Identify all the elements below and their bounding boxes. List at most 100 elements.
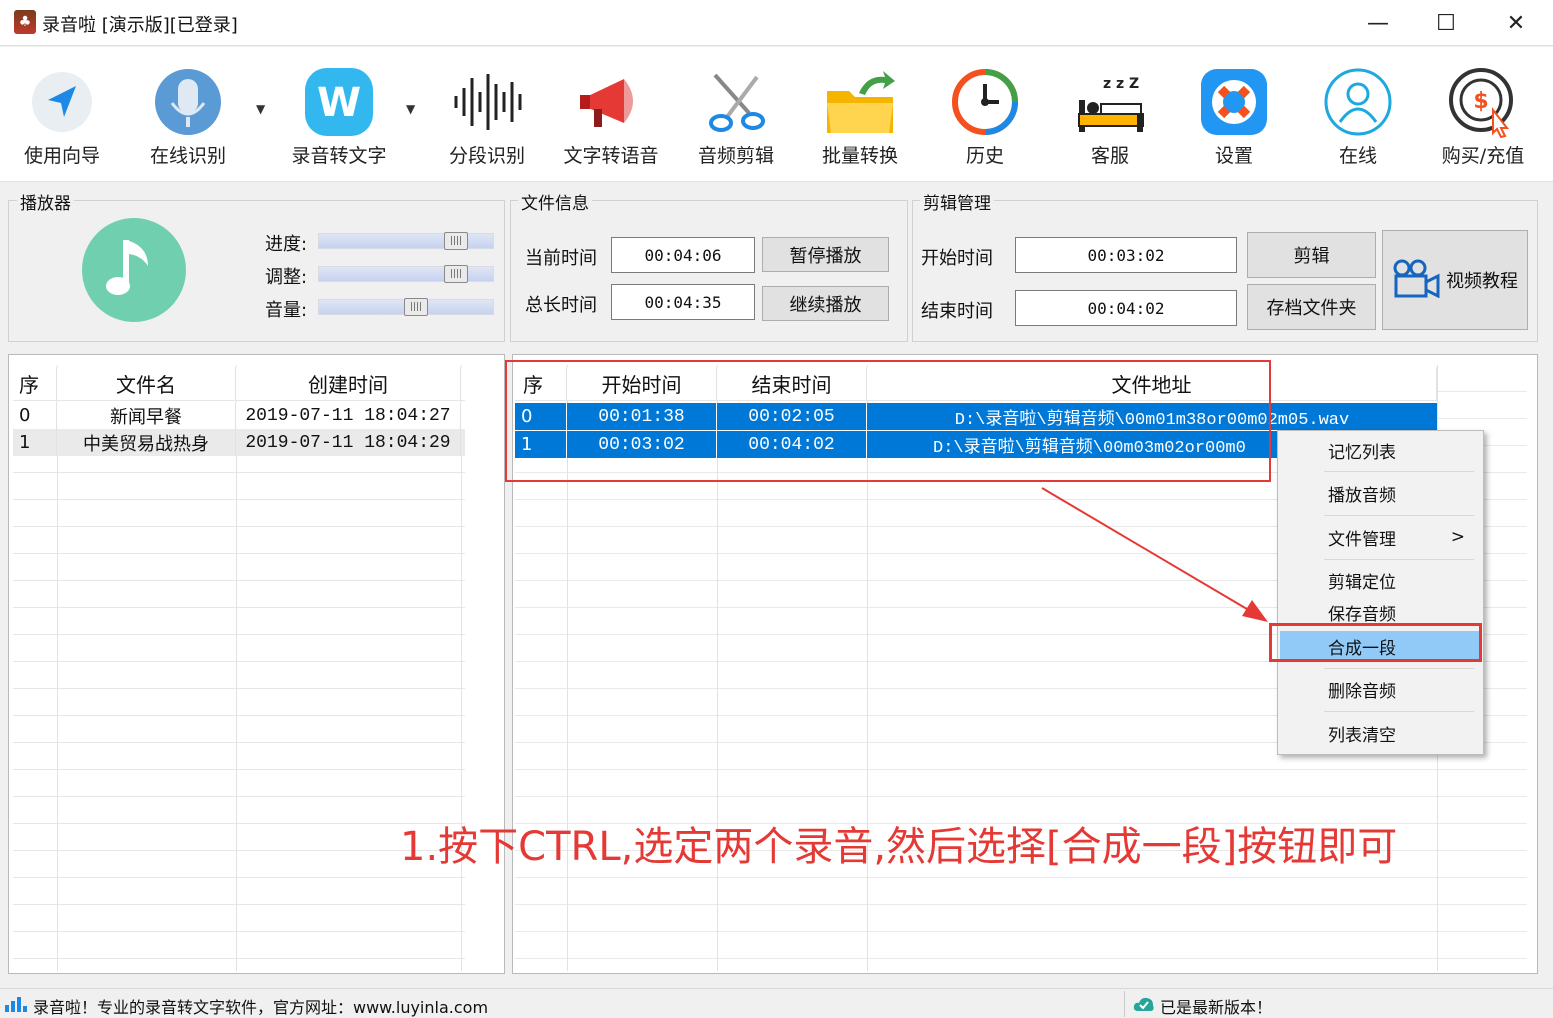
end-time-field[interactable]: 00:04:02 (1015, 290, 1237, 326)
video-tutorial-label: 视频教程 (1446, 271, 1518, 292)
volume-slider-thumb[interactable]: |||| (404, 298, 428, 316)
version-status: 已是最新版本！ (1160, 998, 1273, 1017)
text-to-speech-button[interactable]: 文字转语音 (553, 47, 669, 182)
menu-separator (1324, 471, 1474, 472)
row-created-time: 2019-07-11 18:04:27 (236, 402, 461, 429)
online-recognition-dropdown[interactable]: ▼ (256, 102, 265, 116)
archive-folder-button[interactable]: 存档文件夹 (1247, 284, 1376, 330)
header-index[interactable]: 序 (13, 367, 57, 400)
row-created-time: 2019-07-11 18:04:29 (236, 429, 461, 456)
purchase-button[interactable]: $ 购买/充值 (1430, 47, 1536, 182)
menu-item-delete-audio[interactable]: 删除音频 (1280, 674, 1481, 704)
user-circle-icon (1321, 65, 1395, 139)
adjust-slider[interactable]: |||| (318, 265, 494, 283)
batch-convert-button[interactable]: 批量转换 (810, 47, 910, 182)
text-to-speech-label: 文字转语音 (563, 145, 659, 167)
total-time-label: 总长时间 (525, 295, 597, 316)
start-time-label: 开始时间 (921, 248, 993, 269)
window-title: 录音啦 [演示版][已登录] (42, 15, 238, 36)
volume-label: 音量: (265, 300, 308, 321)
menu-item-clear-list[interactable]: 列表清空 (1280, 718, 1481, 748)
svg-text:$: $ (1473, 89, 1488, 114)
menu-item-play-audio[interactable]: 播放音频 (1280, 478, 1481, 508)
guide-label: 使用向导 (23, 145, 100, 167)
context-menu: 记忆列表 播放音频 文件管理 > 剪辑定位 保存音频 合成一段 删除音频 列表清空 (1277, 430, 1484, 755)
maximize-button[interactable]: ☐ (1411, 0, 1481, 46)
pause-button[interactable]: 暂停播放 (762, 237, 889, 272)
current-time-label: 当前时间 (525, 248, 597, 269)
megaphone-icon (574, 65, 648, 139)
row-index: 0 (13, 402, 57, 429)
batch-convert-label: 批量转换 (821, 145, 898, 167)
signal-bars-icon (4, 995, 28, 1017)
header-filename[interactable]: 文件名 (57, 367, 236, 400)
progress-label: 进度: (265, 234, 308, 255)
file-list[interactable]: 序 文件名 创建时间 0 新闻早餐 2019-07-11 18:04:27 1 … (8, 354, 505, 974)
lifebuoy-icon (1197, 65, 1271, 139)
end-time-label: 结束时间 (921, 301, 993, 322)
speech-to-text-dropdown[interactable]: ▼ (406, 102, 415, 116)
dollar-coin-icon: $ (1446, 65, 1520, 139)
navigation-arrow-icon (25, 65, 99, 139)
submenu-chevron-icon: > (1450, 527, 1465, 547)
merge-highlight-box (1269, 623, 1482, 662)
player-title: 播放器 (17, 189, 74, 214)
edit-title: 剪辑管理 (920, 189, 994, 214)
row-filename: 新闻早餐 (57, 402, 236, 429)
total-time-field[interactable]: 00:04:35 (611, 284, 755, 320)
online-button[interactable]: 在线 (1308, 47, 1408, 182)
menu-separator (1324, 515, 1474, 516)
video-tutorial-button[interactable]: 视频教程 (1382, 230, 1528, 330)
online-recognition-button[interactable]: 在线识别 (138, 47, 238, 182)
file-list-header: 序 文件名 创建时间 (13, 367, 465, 401)
w-logo-icon: W (302, 65, 376, 139)
folder-arrow-icon (823, 65, 897, 139)
clock-history-icon (948, 65, 1022, 139)
audio-edit-label: 音频剪辑 (697, 145, 774, 167)
start-time-field[interactable]: 00:03:02 (1015, 237, 1237, 273)
history-button[interactable]: 历史 (935, 47, 1035, 182)
scissors-icon (699, 65, 773, 139)
waveform-icon (450, 65, 524, 139)
adjust-label: 调整: (265, 267, 308, 288)
close-button[interactable]: ✕ (1481, 0, 1551, 46)
online-label: 在线 (1338, 145, 1377, 167)
resume-button[interactable]: 继续播放 (762, 286, 889, 321)
sleeping-bed-icon: z z Z (1073, 65, 1147, 139)
music-note-icon[interactable] (78, 218, 190, 327)
row-filename: 中美贸易战热身 (57, 429, 236, 456)
file-info-title: 文件信息 (518, 189, 592, 214)
status-bar: 录音啦！专业的录音转文字软件，官方网址：www.luyinla.com 已是最新… (0, 988, 1553, 1018)
video-camera-icon (1392, 258, 1440, 303)
settings-button[interactable]: 设置 (1184, 47, 1284, 182)
settings-label: 设置 (1214, 145, 1253, 167)
purchase-label: 购买/充值 (1441, 145, 1525, 167)
table-row[interactable]: 1 中美贸易战热身 2019-07-11 18:04:29 (13, 429, 465, 456)
selection-highlight-box (505, 360, 1271, 482)
cut-button[interactable]: 剪辑 (1247, 232, 1376, 278)
progress-slider[interactable]: |||| (318, 232, 494, 250)
svg-text:z z Z: z z Z (1103, 76, 1139, 92)
microphone-icon (151, 65, 225, 139)
speech-to-text-label: 录音转文字 (291, 145, 387, 167)
audio-edit-button[interactable]: 音频剪辑 (686, 47, 786, 182)
table-row[interactable]: 0 新闻早餐 2019-07-11 18:04:27 (13, 402, 465, 429)
speech-to-text-button[interactable]: W 录音转文字 (280, 47, 398, 182)
menu-item-memory-list[interactable]: 记忆列表 (1280, 435, 1481, 465)
menu-item-edit-locate[interactable]: 剪辑定位 (1280, 565, 1481, 595)
annotation-text: 1.按下CTRL,选定两个录音,然后选择[合成一段]按钮即可 (400, 824, 1398, 870)
cloud-check-icon (1133, 995, 1155, 1017)
header-created-time[interactable]: 创建时间 (236, 367, 461, 400)
minimize-button[interactable]: — (1343, 0, 1413, 46)
guide-button[interactable]: 使用向导 (12, 47, 112, 182)
volume-slider[interactable]: |||| (318, 298, 494, 316)
customer-service-button[interactable]: z z Z 客服 (1060, 47, 1160, 182)
adjust-slider-thumb[interactable]: |||| (444, 265, 468, 283)
segment-recognition-button[interactable]: 分段识别 (437, 47, 537, 182)
status-message: 录音啦！专业的录音转文字软件，官方网址：www.luyinla.com (33, 998, 489, 1017)
file-management-label: 文件管理 (1328, 529, 1396, 550)
current-time-field[interactable]: 00:04:06 (611, 237, 755, 273)
progress-slider-thumb[interactable]: |||| (444, 232, 468, 250)
segment-recognition-label: 分段识别 (448, 145, 525, 167)
menu-item-file-management[interactable]: 文件管理 > (1280, 522, 1481, 552)
